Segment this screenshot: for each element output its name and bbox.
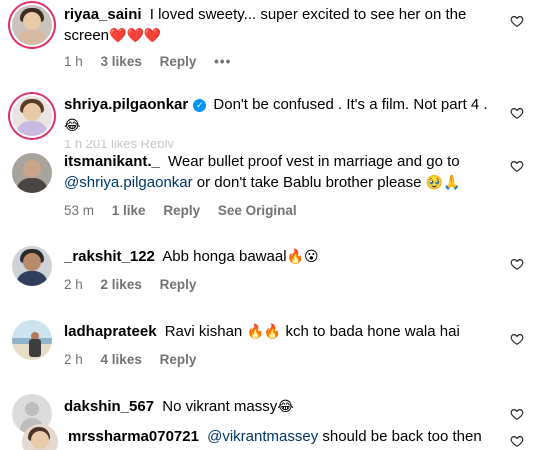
comment-emoji: 🔥😮	[286, 249, 319, 265]
reply-button[interactable]: Reply	[160, 352, 197, 367]
reply-button[interactable]: Reply	[160, 54, 197, 69]
avatar[interactable]	[12, 153, 52, 193]
comment-body-continued: or don't take Bablu brother please	[196, 174, 422, 191]
comment-emoji: 😂	[64, 118, 81, 134]
comment-body: should be back too then	[322, 428, 482, 445]
comment-time[interactable]: 2 h	[64, 352, 83, 367]
see-original-button[interactable]: See Original	[218, 203, 297, 218]
comment-meta: 53 m 1 like Reply See Original	[64, 203, 311, 218]
comment-body: Abb honga bawaal	[162, 248, 287, 265]
reply-button[interactable]: Reply	[160, 277, 197, 292]
mention-link[interactable]: @vikrantmassey	[207, 428, 318, 445]
avatar[interactable]	[12, 5, 52, 45]
avatar[interactable]	[12, 246, 52, 286]
comment-username[interactable]: ladhaprateek	[64, 323, 157, 340]
comment-text: itsmanikant._ Wear bullet proof vest in …	[64, 151, 494, 194]
comment-body: No vikrant massy	[162, 398, 278, 415]
comment-emoji: 🥹🙏	[425, 175, 461, 191]
comment-emoji: 🔥🔥	[246, 324, 282, 340]
comment-likes[interactable]: 1 like	[112, 203, 146, 218]
comment-text: shriya.pilgaonkar ✓ Don't be confused . I…	[64, 94, 494, 137]
comment-body: Don't be confused . It's a film. Not par…	[213, 96, 488, 113]
comment-meta: 1 h 3 likes Reply •••	[64, 54, 245, 69]
comment-username[interactable]: itsmanikant._	[64, 153, 160, 170]
heart-icon[interactable]	[510, 434, 524, 448]
comment-username[interactable]: riyaa_saini	[64, 6, 142, 23]
comment-time[interactable]: 1 h	[64, 54, 83, 69]
comment-username[interactable]: mrssharma070721	[68, 428, 199, 445]
comment-meta-partial: 1 h 201 likes Reply	[64, 140, 174, 148]
comment-meta: 2 h 2 likes Reply	[64, 277, 210, 292]
avatar[interactable]	[12, 320, 52, 360]
avatar[interactable]	[22, 424, 58, 450]
comment-text: riyaa_saini I loved sweety... super exci…	[64, 4, 494, 47]
comment-text: dakshin_567 No vikrant massy😂	[64, 396, 494, 418]
heart-icon[interactable]	[510, 14, 524, 28]
comment-body-continued: kch to bada hone wala hai	[285, 323, 460, 340]
comment-username[interactable]: dakshin_567	[64, 398, 154, 415]
comment-text: ladhaprateek Ravi kishan 🔥🔥 kch to bada …	[64, 321, 494, 343]
comment-time[interactable]: 2 h	[64, 277, 83, 292]
verified-badge-icon: ✓	[193, 99, 207, 112]
comment-emoji: ❤️❤️❤️	[109, 28, 162, 44]
comment-likes[interactable]: 3 likes	[101, 54, 142, 69]
comment-text: mrssharma070721 @vikrantmassey should be…	[68, 426, 498, 447]
comment-username[interactable]: shriya.pilgaonkar	[64, 96, 188, 113]
mention-link[interactable]: @shriya.pilgaonkar	[64, 174, 193, 191]
comment-emoji: 😂	[277, 399, 294, 415]
heart-icon[interactable]	[510, 159, 524, 173]
avatar[interactable]	[12, 96, 52, 136]
comment-text: _rakshit_122 Abb honga bawaal🔥😮	[64, 246, 494, 268]
heart-icon[interactable]	[510, 257, 524, 271]
comment-username[interactable]: _rakshit_122	[64, 248, 155, 265]
heart-icon[interactable]	[510, 106, 524, 120]
heart-icon[interactable]	[510, 332, 524, 346]
comment-item: mrssharma070721 @vikrantmassey should be…	[0, 418, 540, 450]
comment-likes[interactable]: 2 likes	[101, 277, 142, 292]
reply-button[interactable]: Reply	[163, 203, 200, 218]
comment-body: Ravi kishan	[164, 323, 243, 340]
comment-body: Wear bullet proof vest in marriage and g…	[168, 153, 460, 170]
comment-meta: 2 h 4 likes Reply	[64, 352, 210, 367]
comment-time[interactable]: 53 m	[64, 203, 94, 218]
more-options-icon[interactable]: •••	[214, 54, 231, 69]
comment-likes[interactable]: 4 likes	[101, 352, 142, 367]
